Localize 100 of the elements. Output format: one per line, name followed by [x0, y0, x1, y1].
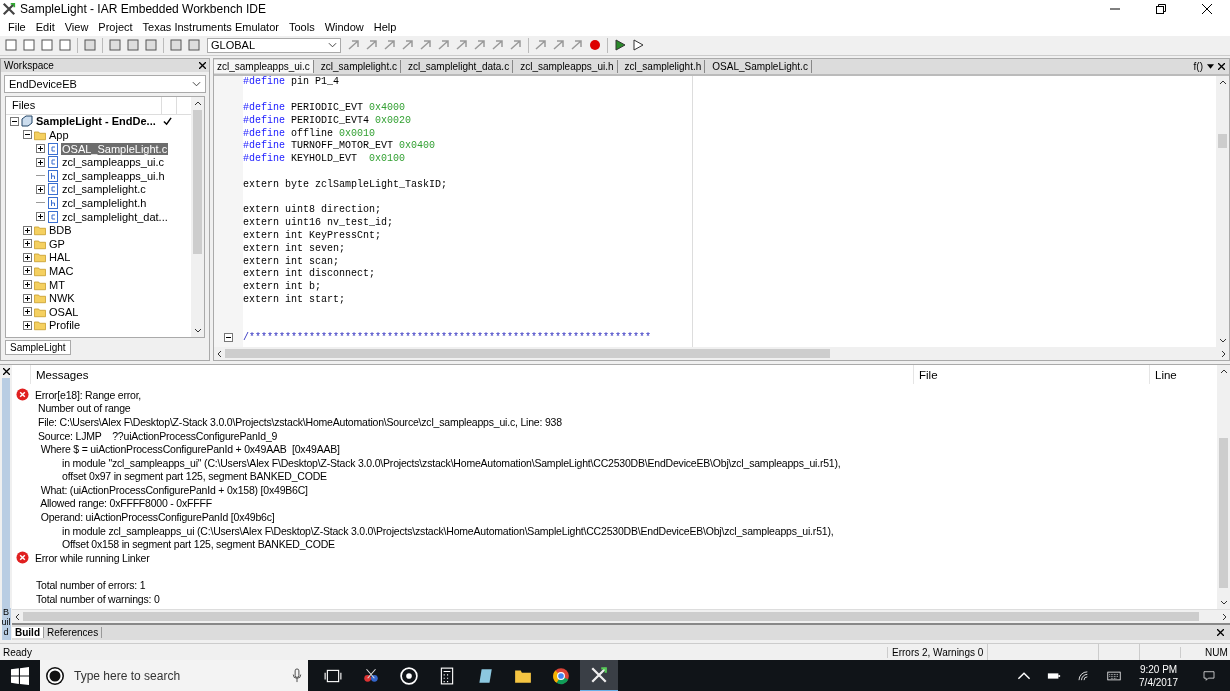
tree-item[interactable]: App — [48, 128, 70, 141]
expand-icon[interactable] — [23, 252, 32, 262]
message-text[interactable]: Operand: uiActionProcessConfigurePanId [0x49b6c] — [38, 511, 275, 524]
menu-item[interactable]: Tools — [283, 20, 320, 33]
message-text[interactable]: in module "zcl_sampleapps_ui" (C:\Users\Alex F\Desktop\Z-Stack 3.0.0\Projects\zstack\HomeAutomation\SampleLight\CC2530DB\EndDeviceEB\Obj\zcl_sampleapps_ui.r51), — [62, 456, 841, 469]
message-text[interactable]: Total number of errors: 1 — [36, 579, 146, 592]
chevron-down-icon[interactable] — [1207, 63, 1214, 69]
file-tab[interactable]: zcl_samplelight.c — [317, 59, 401, 73]
file-tab[interactable]: OSAL_SampleLight.c — [709, 59, 812, 73]
tree-item[interactable]: zcl_samplelight_dat... — [61, 210, 169, 223]
tree-item[interactable]: MT — [48, 278, 66, 291]
tree-item[interactable]: zcl_samplelight.c — [61, 183, 147, 196]
tree-item[interactable]: zcl_samplelight.h — [61, 196, 148, 209]
message-text[interactable]: Where $ = uiActionProcessConfigurePanId + 0x49AAB [0x49AAB] — [38, 443, 340, 456]
scroll-down-icon[interactable] — [1218, 338, 1227, 344]
column-header[interactable]: Files — [6, 99, 161, 112]
menu-item[interactable]: File — [3, 20, 31, 33]
close-icon[interactable] — [1218, 62, 1225, 70]
tree-item[interactable]: NWK — [48, 292, 76, 305]
scroll-up-icon[interactable] — [1218, 79, 1227, 85]
file-tab[interactable]: zcl_samplelight.h — [621, 59, 706, 73]
message-text[interactable]: in module zcl_sampleapps_ui (C:\Users\Alex F\Desktop\Z-Stack 3.0.0\Projects\zstack\HomeAutomation\SampleLight\CC2530DB\EndDeviceEB\Obj\zcl_sampleapps_ui.r51), — [62, 524, 834, 537]
workspace-tab[interactable]: SampleLight — [5, 340, 71, 356]
message-text[interactable]: Total number of warnings: 0 — [36, 592, 160, 605]
message-text[interactable]: Allowed range: 0xFFFF8000 - 0xFFFF — [38, 497, 212, 510]
expand-icon[interactable] — [23, 280, 32, 289]
tools-icon[interactable] — [580, 659, 618, 691]
expand-icon[interactable] — [23, 225, 32, 235]
scrollbar-thumb[interactable] — [193, 109, 202, 254]
menu-item[interactable]: Window — [319, 20, 369, 33]
message-text[interactable]: Error while running Linker — [35, 551, 150, 564]
scroll-up-icon[interactable] — [193, 100, 202, 106]
expand-icon[interactable] — [36, 144, 45, 154]
message-text[interactable]: Error[e18]: Range error, — [35, 388, 142, 401]
close-icon[interactable] — [2, 368, 10, 376]
scroll-down-icon[interactable] — [193, 328, 202, 334]
menu-item[interactable]: View — [59, 20, 94, 33]
panel-tab[interactable]: Build — [12, 627, 44, 639]
search-bar[interactable]: Type here to search — [40, 660, 308, 691]
clock-date[interactable]: 7/4/2017 — [1139, 675, 1178, 689]
scrollbar-thumb[interactable] — [1219, 438, 1228, 589]
scope-dropdown[interactable]: GLOBAL — [207, 37, 341, 53]
tree-item[interactable]: Profile — [48, 319, 82, 332]
debug-icon[interactable] — [631, 38, 645, 53]
expand-icon[interactable] — [23, 320, 32, 330]
scroll-right-icon[interactable] — [1221, 349, 1226, 358]
message-text[interactable]: Source: LJMP ??uiActionProcessConfigurePanId_9 — [38, 429, 278, 442]
expand-icon[interactable] — [36, 212, 45, 222]
play-icon[interactable] — [613, 38, 627, 53]
tree-item[interactable]: GP — [48, 237, 66, 250]
collapse-icon[interactable] — [23, 130, 32, 140]
tree-item[interactable]: OSAL_SampleLight.c — [61, 142, 169, 155]
search-input[interactable]: Type here to search — [72, 667, 284, 684]
tree-item[interactable]: BDB — [48, 224, 73, 237]
column-header[interactable]: Messages — [30, 365, 913, 385]
expand-icon[interactable] — [23, 293, 32, 303]
expand-icon[interactable] — [23, 239, 32, 249]
file-tab[interactable]: zcl_sampleapps_ui.h — [517, 59, 618, 73]
file-tab[interactable]: zcl_sampleapps_ui.c — [214, 59, 314, 73]
scroll-left-icon[interactable] — [217, 349, 222, 358]
scroll-left-icon[interactable] — [15, 612, 20, 621]
microphone-icon[interactable] — [292, 668, 302, 683]
message-text[interactable]: File: C:\Users\Alex F\Desktop\Z-Stack 3.0.0\Projects\zstack\HomeAutomation\Source\zcl_sampleapps_ui.c, Line: 938 — [38, 415, 562, 428]
menu-item[interactable]: Edit — [30, 20, 60, 33]
message-text[interactable]: Offset 0x158 in segment part 125, segment BANKED_CODE — [62, 538, 335, 551]
tree-item[interactable]: SampleLight - EndDe... — [35, 115, 157, 128]
column-header[interactable]: File — [913, 365, 1149, 385]
close-icon[interactable] — [199, 61, 206, 69]
expand-icon[interactable] — [36, 157, 45, 167]
scrollbar-thumb[interactable] — [1218, 133, 1227, 148]
panel-tab[interactable]: References — [44, 627, 103, 639]
configuration-dropdown[interactable]: EndDeviceEB — [4, 74, 206, 93]
expand-icon[interactable] — [23, 266, 32, 276]
record-icon[interactable] — [588, 38, 602, 53]
tree-item[interactable]: zcl_sampleapps_ui.c — [61, 156, 166, 169]
scrollbar-thumb[interactable] — [225, 349, 831, 359]
function-button[interactable]: f() — [1193, 60, 1203, 72]
tree-item[interactable]: MAC — [48, 264, 75, 277]
folder-icon — [34, 251, 46, 264]
menu-item[interactable]: Texas Instruments Emulator — [137, 20, 284, 33]
column-header[interactable]: Line — [1149, 365, 1212, 385]
scroll-up-icon[interactable] — [1219, 369, 1228, 375]
scroll-right-icon[interactable] — [1222, 612, 1227, 621]
menu-item[interactable]: Project — [93, 20, 138, 33]
scroll-down-icon[interactable] — [1219, 600, 1228, 606]
menu-item[interactable]: Help — [368, 20, 402, 33]
tree-item[interactable]: OSAL — [48, 305, 80, 318]
close-icon[interactable] — [1217, 629, 1224, 637]
tree-item[interactable]: HAL — [48, 251, 72, 264]
collapse-icon[interactable] — [10, 116, 19, 126]
file-tab[interactable]: zcl_samplelight_data.c — [405, 59, 514, 73]
message-text[interactable]: Number out of range — [38, 402, 131, 415]
scrollbar-thumb[interactable] — [23, 612, 1199, 622]
fold-icon[interactable] — [224, 333, 233, 343]
expand-icon[interactable] — [23, 307, 32, 317]
message-text[interactable]: offset 0x97 in segment part 125, segment BANKED_CODE — [62, 470, 327, 483]
expand-icon[interactable] — [36, 184, 45, 194]
message-text[interactable]: What: (uiActionProcessConfigurePanId + 0x158) [0x49B6C] — [38, 483, 308, 496]
clock-time[interactable]: 9:20 PM — [1139, 662, 1178, 676]
tree-item[interactable]: zcl_sampleapps_ui.h — [61, 169, 166, 182]
